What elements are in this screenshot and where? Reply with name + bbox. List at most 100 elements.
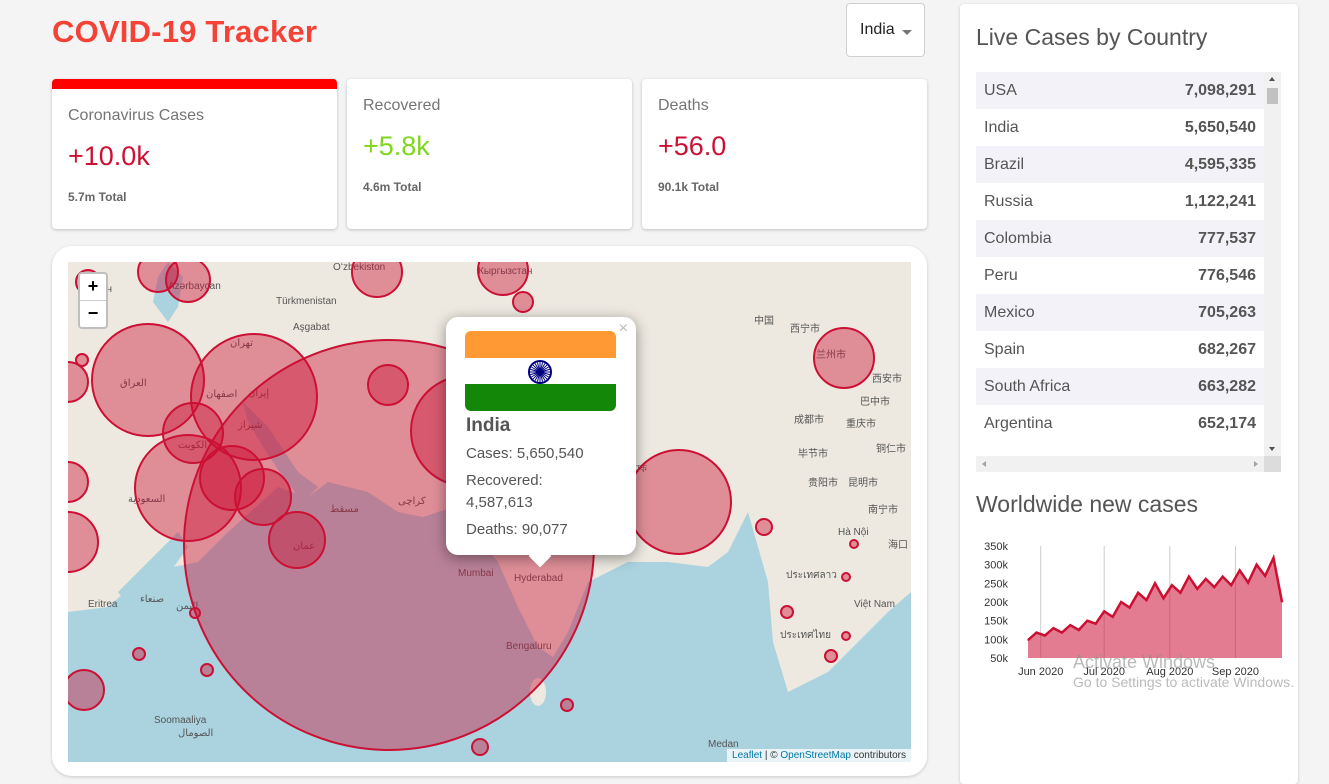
chart-point: [1205, 578, 1207, 580]
popup-recovered-label: Recovered:: [466, 472, 543, 489]
map-place-label: Soomaaliya: [154, 715, 207, 726]
map-place-label: 南宁市: [868, 503, 898, 516]
table-row: Peru 776,546: [976, 257, 1264, 294]
x-tick-label: Jul 2020: [1083, 666, 1125, 678]
table-row: South Africa 663,282: [976, 368, 1264, 405]
infobox-cases-total: 5.7m Total: [68, 190, 127, 204]
chart-point: [1179, 592, 1181, 594]
country-case-circle[interactable]: [367, 364, 409, 406]
chart-point: [1035, 632, 1038, 634]
country-cases: 777,537: [1198, 229, 1256, 247]
map-place-label: 成都市: [794, 413, 824, 426]
chart-point: [1086, 620, 1088, 622]
popup-close-button[interactable]: ×: [619, 320, 628, 338]
country-case-circle[interactable]: [824, 649, 838, 663]
country-case-circle[interactable]: [780, 605, 794, 619]
chart-point: [1078, 629, 1080, 631]
country-case-circle[interactable]: [162, 402, 224, 464]
x-tick-label: Aug 2020: [1146, 666, 1193, 678]
zoom-out-button[interactable]: −: [80, 300, 106, 327]
leaflet-link[interactable]: Leaflet: [732, 750, 762, 761]
infobox-recovered[interactable]: Recovered +5.8k 4.6m Total: [347, 79, 632, 229]
infobox-deaths[interactable]: Deaths +56.0 90.1k Total: [642, 79, 927, 229]
table-row: Russia 1,122,241: [976, 183, 1264, 220]
table-row: Argentina 652,174: [976, 405, 1264, 442]
live-cases-table[interactable]: USA 7,098,291 India 5,650,540 Brazil 4,595,33…: [976, 72, 1281, 472]
openstreetmap-link[interactable]: OpenStreetMap: [780, 750, 851, 761]
country-name: Mexico: [984, 303, 1035, 321]
country-case-circle[interactable]: [849, 539, 859, 549]
chart-point: [1137, 592, 1139, 594]
country-case-circle[interactable]: [841, 572, 851, 582]
y-tick-label: 300k: [984, 560, 1008, 572]
scroll-thumb[interactable]: [1267, 88, 1278, 104]
country-case-circle[interactable]: [68, 669, 105, 711]
table-horizontal-scrollbar[interactable]: [976, 456, 1264, 472]
scroll-right-arrow-icon[interactable]: [1254, 461, 1258, 467]
attribution-contributors: contributors: [853, 750, 906, 761]
country-case-circle[interactable]: [132, 647, 146, 661]
x-tick-label: Sep 2020: [1212, 666, 1259, 678]
zoom-in-button[interactable]: +: [80, 274, 106, 300]
map-place-label: 海口: [888, 538, 908, 551]
table-row: Mexico 705,263: [976, 294, 1264, 331]
infobox-deaths-today: +56.0: [658, 131, 727, 161]
country-cases: 7,098,291: [1184, 81, 1256, 99]
y-tick-label: 100k: [984, 634, 1008, 646]
chart-point: [1154, 582, 1156, 584]
chart-point: [1162, 597, 1165, 599]
country-case-circle[interactable]: [841, 631, 851, 641]
country-case-circle[interactable]: [626, 449, 732, 555]
country-case-circle[interactable]: [268, 511, 326, 569]
map-place-label: Việt Nam: [854, 599, 895, 610]
sidebar: Live Cases by Country USA 7,098,291 India 5…: [960, 4, 1298, 784]
map[interactable]: Türkmenistan Aşgabat Кыргызстан 中国 西宁市 兰州市 西安市…: [68, 262, 911, 762]
scroll-left-arrow-icon[interactable]: [982, 461, 986, 467]
country-case-circle[interactable]: [512, 291, 534, 313]
country-case-circle[interactable]: [200, 663, 214, 677]
country-case-circle[interactable]: [813, 327, 875, 389]
y-tick-label: 250k: [984, 578, 1008, 590]
country-dropdown[interactable]: India: [846, 3, 925, 57]
table-row: USA 7,098,291: [976, 72, 1264, 109]
y-tick-label: 200k: [984, 597, 1008, 609]
chart-point: [1044, 635, 1046, 637]
zoom-control: + −: [78, 272, 108, 329]
chart-point: [1120, 601, 1122, 603]
table-row: Spain 682,267: [976, 331, 1264, 368]
chart-point: [1171, 584, 1173, 586]
map-place-label: الصومال: [178, 728, 213, 739]
chart-point: [1264, 575, 1266, 577]
chart-svg: 350k 300k 250k 200k 150k 100k 50k Jun 2020 Jul 2…: [984, 541, 1284, 678]
country-case-circle[interactable]: [189, 607, 201, 619]
scroll-up-arrow-icon[interactable]: [1269, 77, 1275, 81]
flag-band-white: [465, 357, 616, 385]
map-place-label: صنعاء: [140, 594, 164, 605]
country-popup: × India Cases: 5,650,540 Recovered: 4,58…: [446, 317, 636, 568]
infobox-cases[interactable]: Coronavirus Cases +10.0k 5.7m Total: [52, 79, 337, 229]
infobox-recovered-today: +5.8k: [363, 131, 430, 161]
india-flag-image: [465, 331, 616, 411]
scroll-down-arrow-icon[interactable]: [1269, 447, 1275, 451]
infobox-cases-title: Coronavirus Cases: [68, 107, 205, 124]
map-place-label: 巴中市: [860, 395, 890, 408]
infobox-deaths-total: 90.1k Total: [658, 180, 720, 194]
country-cases: 4,595,335: [1184, 155, 1256, 173]
country-case-circle[interactable]: [755, 518, 773, 536]
y-tick-label: 50k: [990, 653, 1008, 665]
map-place-label: Eritrea: [88, 599, 118, 610]
country-name: South Africa: [984, 377, 1071, 395]
attribution-separator: | ©: [764, 750, 778, 761]
popup-country-name: India: [466, 415, 511, 436]
map-place-label: Aşgabat: [293, 322, 330, 333]
app-title: COVID-19 Tracker: [52, 14, 318, 49]
chart-point: [1112, 616, 1114, 618]
chart-point: [1281, 601, 1283, 603]
chart-point: [1230, 584, 1232, 586]
table-vertical-scrollbar[interactable]: [1264, 72, 1281, 456]
country-case-circle[interactable]: [471, 738, 489, 756]
country-case-circle[interactable]: [75, 353, 89, 367]
chart-area-fill: [1028, 557, 1282, 658]
country-case-circle[interactable]: [165, 262, 211, 303]
country-case-circle[interactable]: [560, 698, 574, 712]
